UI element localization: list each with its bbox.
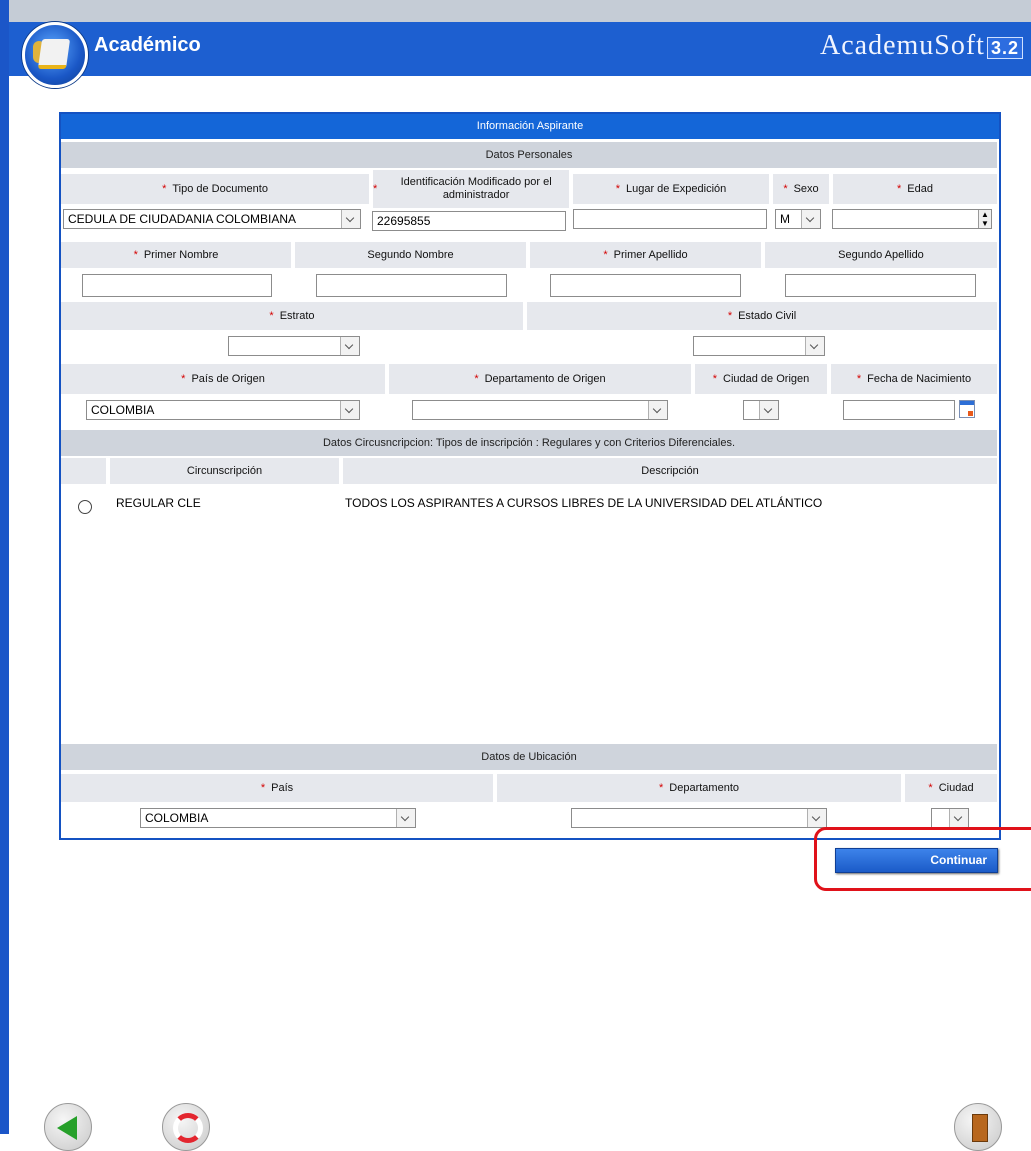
help-lifebuoy-icon[interactable] [162,1103,210,1151]
app-title: Académico [94,34,201,56]
back-arrow-icon[interactable] [44,1103,92,1151]
left-border-strip [0,0,9,1134]
brand-version: 3.2 [986,37,1023,59]
form-lower-section [61,114,997,838]
browser-top-strip [0,0,1031,22]
brand-logo: AcademuSoft 3.2 [820,30,1023,62]
exit-door-icon[interactable] [954,1103,1002,1151]
academico-logo-icon [22,22,88,88]
brand-name: AcademuSoft [820,30,985,61]
